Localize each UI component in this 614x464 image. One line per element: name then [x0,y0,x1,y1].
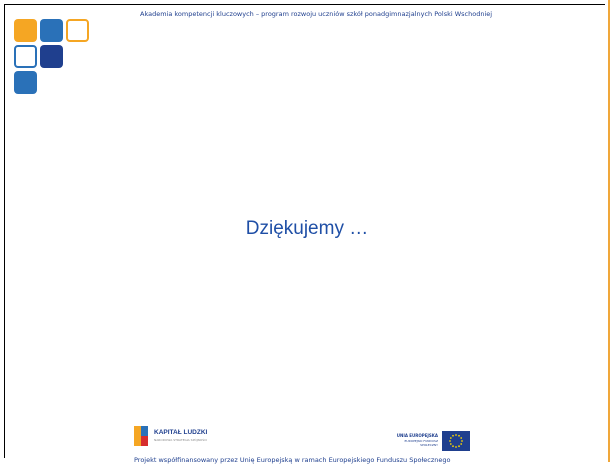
logo-square-blue-lower [14,71,37,94]
kapital-ludzki-logo: KAPITAŁ LUDZKI NARODOWA STRATEGIA SPÓJNO… [134,426,224,448]
logo-square-outline-orange [66,19,89,42]
unia-europejska-logo: UNIA EUROPEJSKA EUROPEJSKI FUNDUSZ SPOŁE… [392,431,472,453]
unia-europejska-title: UNIA EUROPEJSKA [396,433,438,438]
unia-europejska-subtitle: EUROPEJSKI FUNDUSZ SPOŁECZNY [404,439,438,447]
thank-you-text: Dziękujemy … [245,218,369,239]
funding-note: Projekt współfinansowany przez Unię Euro… [134,456,451,464]
kapital-ludzki-title: KAPITAŁ LUDZKI [154,429,208,436]
logo-square-orange [14,19,37,42]
kapital-ludzki-subtitle: NARODOWA STRATEGIA SPÓJNOŚCI [154,438,208,442]
kapital-ludzki-icon [134,426,148,446]
header-text: Akademia kompetencji kluczowych – progra… [140,10,493,18]
logo-square-blue [40,19,63,42]
logo-square-outline-blue [14,45,37,68]
logo-square-navy [40,45,63,68]
eu-flag-icon [442,431,470,451]
